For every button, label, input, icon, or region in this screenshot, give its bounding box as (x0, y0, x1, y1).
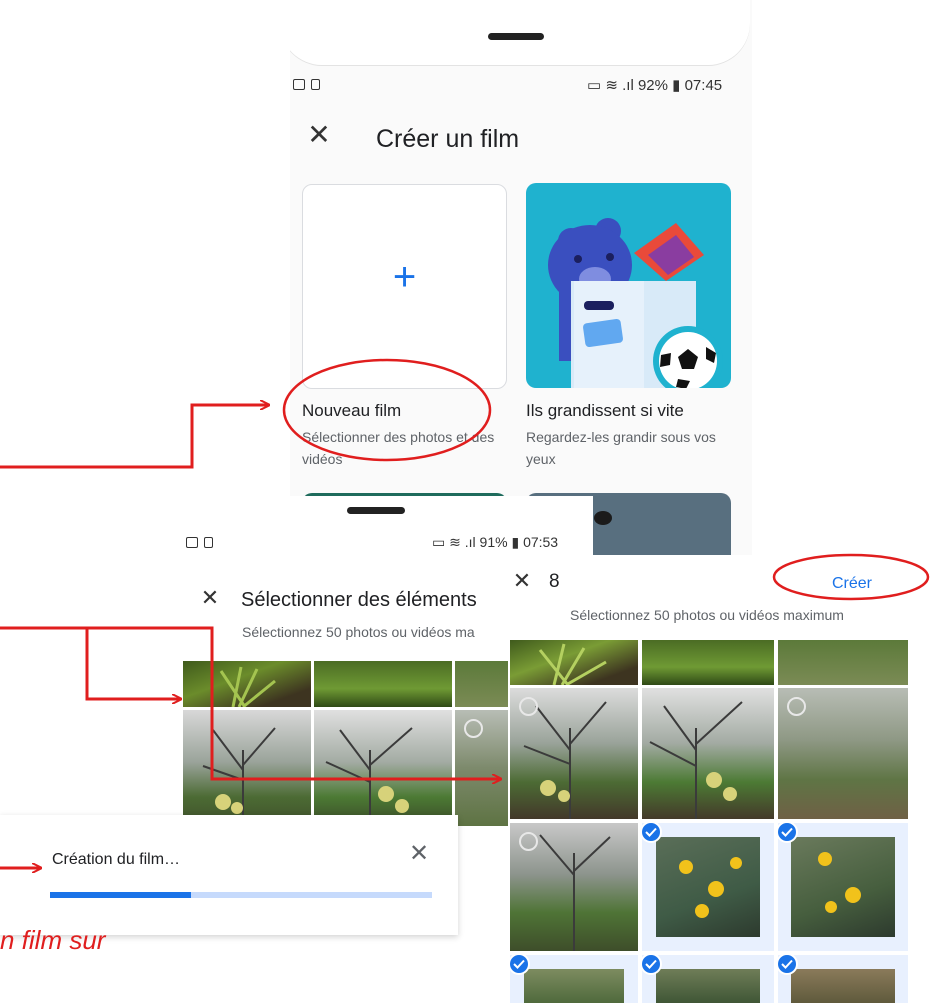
creating-film-dialog: Création du film… ✕ (0, 815, 458, 935)
create-button[interactable]: Créer (832, 575, 872, 593)
status-time: 07:45 (684, 77, 723, 94)
selected-tile[interactable] (776, 953, 908, 1003)
signal-icon: .ıl (464, 534, 476, 550)
tree-image (202, 727, 276, 826)
selected-items-screen: ✕ 8 Créer Sélectionnez 50 photos ou vidé… (508, 555, 912, 1003)
wifi-icon: ≋ (449, 534, 461, 550)
close-icon[interactable]: ✕ (304, 120, 334, 150)
new-film-subtitle: Sélectionner des photos et des vidéos (302, 429, 495, 467)
photo-thumbnail[interactable] (314, 710, 452, 826)
close-icon[interactable]: ✕ (405, 840, 433, 868)
close-icon[interactable]: ✕ (197, 585, 223, 611)
progress-bar (50, 892, 432, 898)
selected-count: 8 (549, 571, 560, 592)
battery-level: 92% (637, 77, 668, 94)
teddy-bear-illustration (548, 218, 723, 388)
photo-thumbnail[interactable] (642, 640, 774, 685)
gallery-icon (186, 537, 198, 548)
daffodil-image (818, 852, 861, 913)
tree-image (649, 701, 743, 819)
progress-bar-fill (50, 892, 192, 898)
selected-tile[interactable] (776, 821, 908, 951)
dialog-text: Création du film… (52, 851, 181, 868)
battery-icon: ▮ (672, 77, 681, 94)
cast-icon: ▭ (587, 77, 602, 94)
phone-icon (204, 537, 213, 548)
photo-thumbnail (656, 969, 760, 1003)
selected-tile[interactable] (640, 953, 774, 1003)
checked-icon[interactable] (776, 821, 798, 843)
phone-icon (311, 79, 320, 90)
checked-icon[interactable] (640, 953, 662, 975)
select-circle[interactable] (519, 832, 538, 851)
tree-image (325, 727, 413, 826)
plant-image (538, 643, 607, 685)
annotation-note: n film sur (0, 925, 106, 955)
daffodil-image (679, 857, 742, 918)
close-icon[interactable]: ✕ (510, 569, 534, 593)
photo-thumbnail[interactable] (642, 688, 774, 819)
photo-thumbnail (791, 837, 895, 937)
photo-thumbnail[interactable] (183, 710, 311, 826)
battery-icon: ▮ (511, 534, 520, 550)
status-bar-right: ▭ ≋ .ıl 91% ▮ 07:53 (432, 534, 558, 551)
checked-icon[interactable] (640, 821, 662, 843)
checked-icon[interactable] (776, 953, 798, 975)
select-circle[interactable] (464, 719, 483, 738)
grow-fast-subtitle: Regardez-les grandir sous vos yeux (526, 429, 716, 467)
page-subtitle: Sélectionnez 50 photos ou vidéos maximum (570, 607, 844, 623)
gallery-icon (293, 79, 305, 90)
grow-fast-card[interactable] (526, 183, 731, 388)
checked-icon[interactable] (508, 953, 530, 975)
wifi-icon: ≋ (605, 77, 618, 94)
photo-thumbnail[interactable] (510, 823, 638, 951)
photo-thumbnail (524, 969, 624, 1003)
status-time: 07:53 (523, 534, 559, 550)
status-notification-icons (186, 537, 213, 548)
page-title: Sélectionner des éléments (241, 589, 477, 611)
page-title: Créer un film (376, 125, 520, 153)
photo-thumbnail[interactable] (314, 661, 452, 707)
select-circle[interactable] (787, 697, 806, 716)
status-notification-icons (293, 79, 320, 90)
drag-handle[interactable] (488, 33, 544, 40)
dog-illustration (594, 511, 612, 525)
selection-header: ✕ 8 Créer Sélectionnez 50 photos ou vidé… (508, 555, 912, 640)
status-bar-right: ▭ ≋ .ıl 92% ▮ 07:45 (587, 76, 722, 94)
arrow-to-new-film (0, 405, 268, 469)
new-film-title: Nouveau film (302, 401, 402, 420)
selected-tile[interactable] (640, 821, 774, 951)
photo-thumbnail (791, 969, 895, 1003)
selected-tile[interactable] (508, 953, 638, 1003)
photo-thumbnail[interactable] (778, 640, 908, 685)
cast-icon: ▭ (432, 534, 446, 550)
photo-thumbnail[interactable] (183, 661, 311, 707)
select-circle[interactable] (519, 697, 538, 716)
create-film-screen: ▭ ≋ .ıl 92% ▮ 07:45 ✕ Créer un film + No… (290, 0, 752, 555)
grow-fast-title: Ils grandissent si vite (526, 401, 684, 420)
signal-icon: .ıl (622, 77, 634, 94)
new-film-card[interactable]: + (302, 184, 507, 389)
page-subtitle: Sélectionnez 50 photos ou vidéos ma (242, 624, 475, 640)
photo-thumbnail[interactable] (510, 640, 638, 685)
photo-thumbnail (656, 837, 760, 937)
drag-handle[interactable] (347, 507, 405, 514)
battery-level: 91% (479, 534, 508, 550)
photo-thumbnail[interactable] (510, 688, 638, 819)
photo-thumbnail[interactable] (778, 688, 908, 819)
plus-icon: + (392, 255, 417, 299)
plant-image (219, 666, 276, 707)
